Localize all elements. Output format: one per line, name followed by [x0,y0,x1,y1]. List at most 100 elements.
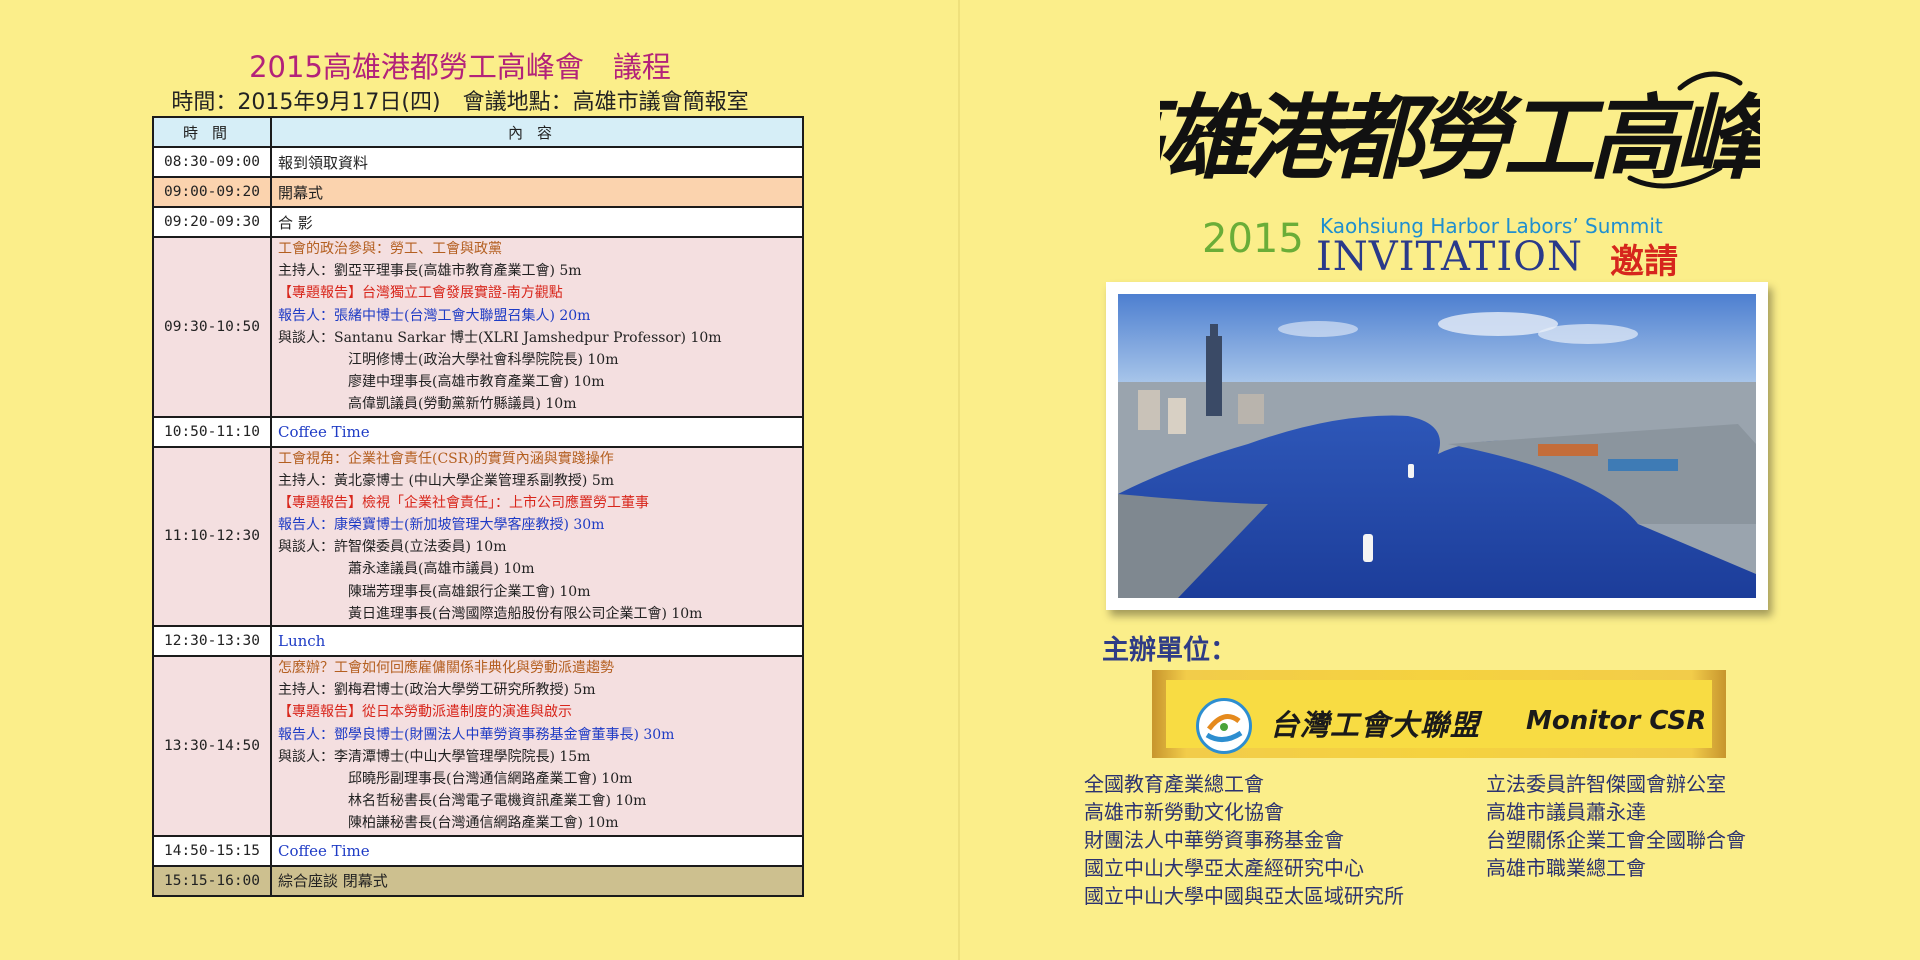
session-panelist: 邱曉彤副理事長(台灣通信網路產業工會) 10m [348,770,633,787]
agenda-subtitle: 時間：2015年9月17日(四) 會議地點：高雄市議會簡報室 [171,90,749,115]
co-organizer: 台塑關係企業工會全國聯合會 [1486,828,1746,852]
session-panelist: 陳柏謙秘書長(台灣通信網路產業工會) 10m [348,815,619,832]
cloud [1538,324,1638,344]
containers [1608,459,1678,471]
row-content: Coffee Time [270,415,804,448]
session-panelist: 與談人：許智傑委員(立法委員) 10m [278,539,507,556]
row-time: 09:30-10:50 [152,236,272,418]
logo-dot [1220,723,1228,731]
row-content: 報到領取資料 [270,146,804,178]
host-label: 主辦單位： [1102,635,1237,666]
session-moderator: 主持人：黃北豪博士 (中山大學企業管理系副教授) 5m [278,472,615,489]
row-time: 12:30-13:30 [152,625,272,657]
row-content: 綜合座談 閉幕式 [270,864,804,897]
session-panelist: 陳瑞芳理事長(高雄銀行企業工會) 10m [348,583,591,600]
agenda-row: 14:50-15:15 Coffee Time [152,834,804,867]
co-organizer: 財團法人中華勞資事務基金會 [1084,828,1344,852]
header-content: 內容 [270,116,804,148]
page-fold [958,0,960,960]
co-organizer: 全國教育產業總工會 [1084,772,1264,796]
calligraphy-title: 高雄港都勞工高峰會 [1073,58,1874,208]
invitation-heading: INVITATION [1316,234,1583,280]
co-organizer: 高雄市議員蕭永達 [1486,800,1646,824]
agenda-row: 12:30-13:30 Lunch [152,625,804,657]
agenda-row: 09:00-09:20 開幕式 [152,176,804,208]
host-logo-en: Monitor CSR [1526,706,1707,736]
cloud [1278,321,1358,337]
row-content: 合 影 [270,206,804,238]
invitation-zh: 邀請 [1610,242,1678,282]
harbor-photo [1106,282,1768,610]
row-time: 08:30-09:00 [152,146,272,178]
session-keynote: 【專題報告】台灣獨立工會發展實證-南方觀點 [278,285,563,302]
co-organizers-left: 全國教育產業總工會 高雄市新勞動文化協會 財團法人中華勞資事務基金會 國立中山大… [1084,770,1404,910]
row-content: Coffee Time [270,834,804,867]
year: 2015 [1202,216,1304,262]
union-logo-icon [1196,698,1252,754]
session-moderator: 主持人：劉梅君博士(政治大學勞工研究所教授) 5m [278,682,596,699]
row-time: 11:10-12:30 [152,445,272,627]
session-moderator: 主持人：劉亞平理事長(高雄市教育產業工會) 5m [278,263,582,280]
session-topic: 怎麼辦？工會如何回應雇傭關係非典化與勞動派遣趨勢 [278,660,614,676]
agenda-header-row: 時間 內容 [152,116,804,148]
session-panelist: 黃日進理事長(台灣國際造船股份有限公司企業工會) 10m [348,605,703,622]
logo-wave [1205,730,1243,742]
containers [1538,444,1598,456]
agenda-title: 2015高雄港都勞工高峰會 議程 [249,50,671,84]
building [1138,390,1160,430]
tower-top [1210,324,1218,338]
session-panelist: 蕭永達議員(高雄市議員) 10m [348,561,535,578]
agenda-row: 15:15-16:00 綜合座談 閉幕式 [152,864,804,897]
session-panelist: 江明修博士(政治大學社會科學院院長) 10m [348,351,619,368]
agenda-row: 10:50-11:10 Coffee Time [152,415,804,448]
row-time: 13:30-14:50 [152,655,272,837]
building [1168,398,1186,434]
ship [1363,534,1373,562]
agenda-row: 08:30-09:00 報到領取資料 [152,146,804,178]
co-organizer: 高雄市職業總工會 [1486,856,1646,880]
calligraphy-title-graphic: 高雄港都勞工高峰會 [1073,71,1874,192]
row-time: 09:20-09:30 [152,206,272,238]
co-organizer: 國立中山大學亞太產經研究中心 [1084,856,1364,880]
session-speaker: 報告人：張緒中博士(台灣工會大聯盟召集人) 20m [278,307,591,324]
session-speaker: 報告人：鄧學良博士(財團法人中華勞資事務基金會董事長) 30m [278,726,675,743]
co-organizer: 國立中山大學中國與亞太區域研究所 [1084,884,1404,908]
agenda-row: 09:30-10:50 工會的政治參與：勞工、工會與政黨 主持人：劉亞平理事長(… [152,236,804,418]
row-time: 09:00-09:20 [152,176,272,208]
host-logo-banner: 台灣工會大聯盟 Monitor CSR [1152,670,1726,758]
calligraphy-text: 高雄港都勞工高峰會 [1160,84,1760,192]
agenda-row: 13:30-14:50 怎麼辦？工會如何回應雇傭關係非典化與勞動派遣趨勢 主持人… [152,655,804,837]
session-speaker: 報告人：康榮寶博士(新加坡管理大學客座教授) 30m [278,517,605,534]
agenda-table: 時間 內容 08:30-09:00 報到領取資料 09:00-09:20 開幕式… [152,116,804,897]
row-time: 14:50-15:15 [152,834,272,867]
session-block: 怎麼辦？工會如何回應雇傭關係非典化與勞動派遣趨勢 主持人：劉梅君博士(政治大學勞… [270,655,804,837]
row-content: Lunch [270,625,804,657]
session-panelist: 高偉凱議員(勞動黨新竹縣議員) 10m [348,396,577,413]
session-panelist: 林名哲秘書長(台灣電子電機資訊產業工會) 10m [348,793,647,810]
session-topic: 工會視角：企業社會責任(CSR)的實質內涵與實踐操作 [278,450,614,467]
host-logo-zh: 台灣工會大聯盟 [1270,708,1481,742]
agenda-row: 11:10-12:30 工會視角：企業社會責任(CSR)的實質內涵與實踐操作 主… [152,445,804,627]
tower [1206,336,1222,416]
session-block: 工會的政治參與：勞工、工會與政黨 主持人：劉亞平理事長(高雄市教育產業工會) 5… [270,236,804,418]
header-time: 時間 [152,116,272,148]
row-time: 10:50-11:10 [152,415,272,448]
co-organizers-right: 立法委員許智傑國會辦公室 高雄市議員蕭永達 台塑關係企業工會全國聯合會 高雄市職… [1486,770,1746,882]
union-logo-graphic [1205,714,1243,742]
co-organizer: 立法委員許智傑國會辦公室 [1486,772,1726,796]
session-panelist: 與談人：李清潭博士(中山大學管理學院院長) 15m [278,748,591,765]
session-keynote: 【專題報告】從日本勞動派遣制度的演進與啟示 [278,704,572,721]
co-organizer: 高雄市新勞動文化協會 [1084,800,1284,824]
session-keynote: 【專題報告】檢視「企業社會責任」：上市公司應置勞工董事 [278,494,649,511]
session-panelist: 廖建中理事長(高雄市教育產業工會) 10m [348,374,605,391]
row-content: 開幕式 [270,176,804,208]
ship [1408,464,1414,478]
host-logo-panel: 台灣工會大聯盟 Monitor CSR [1166,680,1712,754]
harbor-photo-image [1118,294,1756,598]
session-panelist: 與談人：Santanu Sarkar 博士(XLRI Jamshedpur Pr… [278,329,722,346]
session-block: 工會視角：企業社會責任(CSR)的實質內涵與實踐操作 主持人：黃北豪博士 (中山… [270,445,804,627]
agenda-row: 09:20-09:30 合 影 [152,206,804,238]
session-topic: 工會的政治參與：勞工、工會與政黨 [278,241,502,257]
building [1238,394,1264,424]
row-time: 15:15-16:00 [152,864,272,897]
